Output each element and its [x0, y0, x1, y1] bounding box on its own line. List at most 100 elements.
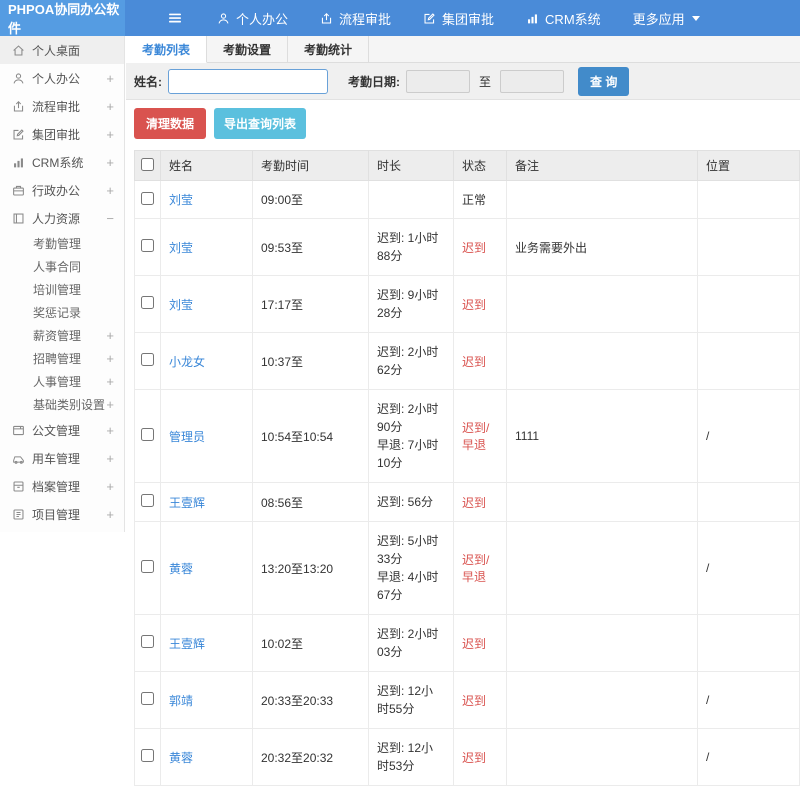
expand-icon[interactable]: + [106, 451, 114, 466]
sidebar-item[interactable]: 档案管理+ [0, 472, 124, 500]
remark [507, 276, 698, 333]
tab[interactable]: 考勤列表 [126, 36, 207, 63]
tab[interactable]: 考勤统计 [288, 36, 369, 62]
location: / [698, 522, 800, 615]
attendance-time: 09:00至 [253, 181, 369, 219]
table-row: 刘莹09:00至正常 [135, 181, 800, 219]
sidebar-item[interactable]: 项目管理+ [0, 500, 124, 528]
attendance-time: 20:33至20:33 [253, 672, 369, 729]
expand-icon[interactable]: + [106, 127, 114, 142]
expand-icon[interactable]: + [106, 397, 114, 412]
sidebar-subitem[interactable]: 人事管理+ [0, 370, 124, 393]
sidebar-item[interactable]: 个人桌面 [0, 36, 124, 64]
sidebar-subitem[interactable]: 考勤管理 [0, 232, 124, 255]
row-checkbox[interactable] [141, 494, 154, 507]
name-input[interactable] [168, 69, 328, 94]
sidebar-subitem[interactable]: 人事合同 [0, 255, 124, 278]
search-button[interactable]: 查 询 [578, 67, 629, 96]
row-checkbox[interactable] [141, 560, 154, 573]
row-checkbox[interactable] [141, 239, 154, 252]
name-label: 姓名: [134, 73, 162, 90]
status-badge: 迟到/早退 [454, 390, 507, 483]
collapse-icon[interactable]: − [106, 211, 114, 226]
topnav-item[interactable]: 集团审批 [407, 0, 510, 36]
table-row: 黄蓉20:32至20:32迟到: 12小时53分迟到/ [135, 729, 800, 786]
duration: 迟到: 12小时55分 [369, 672, 454, 729]
person-icon [12, 72, 25, 85]
topnav-item[interactable]: 更多应用 [617, 0, 717, 36]
topnav-item-label: 集团审批 [442, 9, 494, 28]
select-all-checkbox[interactable] [141, 158, 154, 171]
attendance-time: 08:56至 [253, 483, 369, 522]
person-icon [217, 12, 230, 25]
status-badge: 迟到 [454, 333, 507, 390]
row-checkbox[interactable] [141, 192, 154, 205]
employee-name-link[interactable]: 管理员 [169, 430, 205, 444]
row-checkbox[interactable] [141, 428, 154, 441]
sidebar-subitem[interactable]: 招聘管理+ [0, 347, 124, 370]
duration: 迟到: 12小时53分 [369, 729, 454, 786]
chart-icon [12, 156, 25, 169]
expand-icon[interactable]: + [106, 479, 114, 494]
expand-icon[interactable]: + [106, 71, 114, 86]
employee-name-link[interactable]: 小龙女 [169, 355, 205, 369]
sidebar-item[interactable]: 用车管理+ [0, 444, 124, 472]
expand-icon[interactable]: + [106, 183, 114, 198]
employee-name-link[interactable]: 刘莹 [169, 193, 193, 207]
location: / [698, 729, 800, 786]
share-icon [12, 100, 25, 113]
topnav-item[interactable]: 个人办公 [201, 0, 304, 36]
table-row: 王壹辉08:56至迟到: 56分迟到 [135, 483, 800, 522]
employee-name-link[interactable]: 王壹辉 [169, 496, 205, 510]
table-row: 黄蓉13:20至13:20迟到: 5小时33分 早退: 4小时67分迟到/早退/ [135, 522, 800, 615]
topnav-item[interactable]: 流程审批 [304, 0, 407, 36]
tab-bar: 考勤列表考勤设置考勤统计 [126, 36, 800, 63]
sidebar-subitem[interactable]: 薪资管理+ [0, 324, 124, 347]
status-badge: 迟到/早退 [454, 522, 507, 615]
row-checkbox[interactable] [141, 635, 154, 648]
attendance-time: 10:02至 [253, 615, 369, 672]
sidebar-item[interactable]: 流程审批+ [0, 92, 124, 120]
sidebar-subitem-label: 薪资管理 [33, 327, 106, 344]
employee-name-link[interactable]: 黄蓉 [169, 751, 193, 765]
employee-name-link[interactable]: 王壹辉 [169, 637, 205, 651]
filter-bar: 姓名: 考勤日期: 至 查 询 [126, 63, 800, 100]
sidebar-item[interactable]: 人力资源− [0, 204, 124, 232]
expand-icon[interactable]: + [106, 374, 114, 389]
expand-icon[interactable]: + [106, 155, 114, 170]
date-from-input[interactable] [406, 70, 470, 93]
expand-icon[interactable]: + [106, 328, 114, 343]
expand-icon[interactable]: + [106, 351, 114, 366]
sidebar-subitem[interactable]: 基础类别设置+ [0, 393, 124, 416]
hamburger-menu-icon[interactable] [167, 10, 183, 26]
remark [507, 729, 698, 786]
row-checkbox[interactable] [141, 353, 154, 366]
employee-name-link[interactable]: 刘莹 [169, 241, 193, 255]
sidebar-item[interactable]: 个人办公+ [0, 64, 124, 92]
table-row: 王壹辉10:02至迟到: 2小时03分迟到 [135, 615, 800, 672]
topnav-item[interactable]: CRM系统 [510, 0, 617, 36]
employee-name-link[interactable]: 黄蓉 [169, 562, 193, 576]
employee-name-link[interactable]: 刘莹 [169, 298, 193, 312]
remark [507, 522, 698, 615]
clean-data-button[interactable]: 清理数据 [134, 108, 206, 139]
sidebar-item[interactable]: 集团审批+ [0, 120, 124, 148]
sidebar-subitem-label: 培训管理 [33, 281, 114, 298]
sidebar-item[interactable]: CRM系统+ [0, 148, 124, 176]
tab[interactable]: 考勤设置 [207, 36, 288, 62]
sidebar-subitem[interactable]: 奖惩记录 [0, 301, 124, 324]
expand-icon[interactable]: + [106, 99, 114, 114]
expand-icon[interactable]: + [106, 423, 114, 438]
table-row: 小龙女10:37至迟到: 2小时62分迟到 [135, 333, 800, 390]
row-checkbox[interactable] [141, 749, 154, 762]
export-list-button[interactable]: 导出查询列表 [214, 108, 306, 139]
row-checkbox[interactable] [141, 296, 154, 309]
share-icon [320, 12, 333, 25]
expand-icon[interactable]: + [106, 507, 114, 522]
employee-name-link[interactable]: 郭靖 [169, 694, 193, 708]
sidebar-item[interactable]: 行政办公+ [0, 176, 124, 204]
date-to-input[interactable] [500, 70, 564, 93]
row-checkbox[interactable] [141, 692, 154, 705]
sidebar-item[interactable]: 公文管理+ [0, 416, 124, 444]
sidebar-subitem[interactable]: 培训管理 [0, 278, 124, 301]
